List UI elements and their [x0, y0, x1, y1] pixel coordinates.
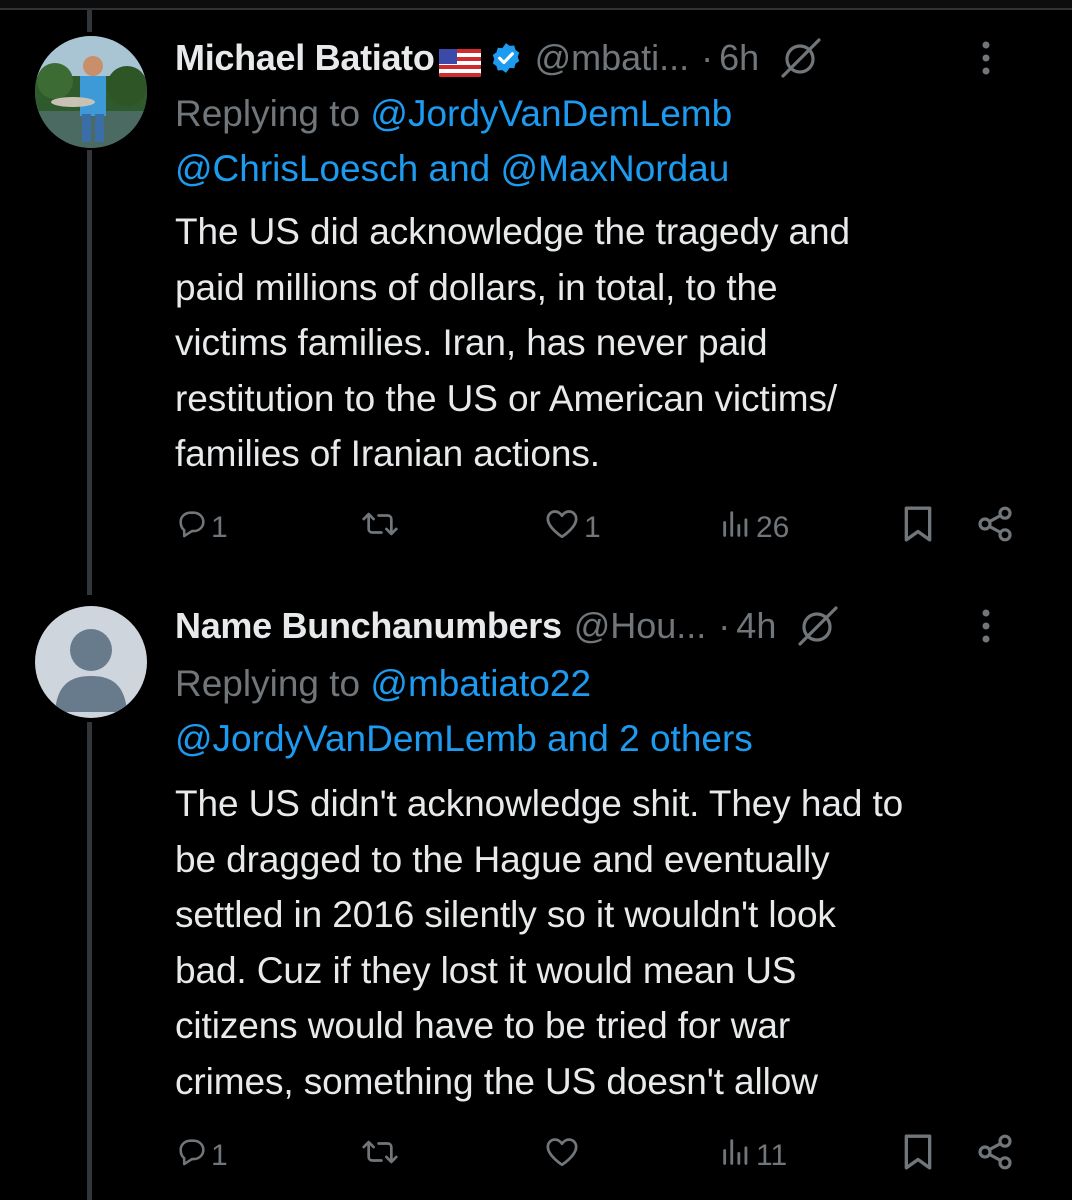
tweet-text-line: bad. Cuz if they lost it would mean US [175, 949, 797, 991]
bookmark-button[interactable] [901, 1128, 935, 1184]
reply-button[interactable]: 1 [175, 1128, 228, 1184]
views-icon [718, 1135, 754, 1177]
replying-to-label: Replying to [175, 663, 361, 704]
action-bar: 1 1 26 [175, 500, 1035, 556]
share-icon [975, 504, 1015, 552]
us-flag-icon [438, 44, 481, 77]
replying-to-line-2: @ChrisLoesch and @MaxNordau [175, 141, 729, 197]
separator-dot: · [701, 37, 714, 78]
mention-link[interactable]: @mbatiato22 [370, 663, 591, 704]
repost-icon [360, 507, 400, 549]
repost-button[interactable] [360, 1128, 402, 1184]
grok-icon[interactable] [779, 36, 823, 80]
tweet-text-line: paid millions of dollars, in total, to t… [175, 266, 778, 308]
tweet-text-line: The US did acknowledge the tragedy and [175, 211, 850, 252]
mention-link[interactable]: @JordyVanDemLemb [175, 718, 537, 759]
share-button[interactable] [975, 1128, 1015, 1184]
reply-icon [175, 1135, 209, 1177]
share-icon [975, 1132, 1015, 1180]
share-button[interactable] [975, 500, 1015, 556]
tweet-text-line: settled in 2016 silently so it wouldn't … [175, 894, 836, 935]
display-name[interactable]: Name Bunchanumbers [175, 605, 562, 647]
tweet-text-line: crimes, something the US doesn't allow [175, 1060, 818, 1102]
tweet-header: Name Bunchanumbers @Hou... · 4h [175, 604, 1042, 648]
like-button[interactable]: 1 [542, 500, 601, 556]
grok-icon[interactable] [796, 604, 840, 648]
reply-icon [175, 507, 209, 549]
bookmark-icon [901, 1132, 935, 1180]
handle[interactable]: @Hou... [574, 605, 707, 647]
like-count: 1 [584, 511, 601, 544]
views-count: 26 [756, 511, 790, 544]
handle[interactable]: @mbati... [535, 37, 690, 79]
verified-badge-icon [489, 41, 523, 75]
tweet-text-line: The US didn't acknowledge shit. They had… [175, 783, 904, 824]
repost-button[interactable] [360, 500, 402, 556]
more-icon[interactable] [980, 608, 992, 644]
tweet-text-line: families of Iranian actions. [175, 433, 600, 474]
views-count: 11 [756, 1139, 788, 1172]
others-link[interactable]: and 2 others [547, 718, 753, 759]
bookmark-button[interactable] [901, 500, 935, 556]
views-icon [718, 507, 754, 549]
replying-to-line: Replying to @mbatiato22 [175, 656, 591, 712]
like-button[interactable] [542, 1128, 584, 1184]
tweet-text-line: victims families. Iran, has never paid [175, 322, 768, 363]
tweet-text-line: restitution to the US or American victim… [175, 377, 838, 419]
tweet-text-line: citizens would have to be tried for war [175, 1005, 791, 1046]
tweet-text: The US did acknowledge the tragedy and p… [175, 204, 1035, 482]
more-icon[interactable] [980, 40, 992, 76]
tweet-header: Michael Batiato @mbati... · 6h [175, 36, 1042, 80]
tweet[interactable]: Name Bunchanumbers @Hou... · 4h Replying… [0, 590, 1072, 1200]
bookmark-icon [901, 504, 935, 552]
replying-to-line: Replying to @JordyVanDemLemb [175, 86, 732, 142]
mention-link[interactable]: @JordyVanDemLemb [370, 93, 732, 134]
repost-icon [360, 1135, 400, 1177]
display-name[interactable]: Michael Batiato [175, 37, 435, 79]
separator-dot: · [718, 605, 731, 646]
tweet-text: The US didn't acknowledge shit. They had… [175, 776, 1035, 1109]
replying-to-line-2: @JordyVanDemLemb and 2 others [175, 711, 753, 767]
mention-link[interactable]: @MaxNordau [501, 148, 730, 189]
mention-link[interactable]: @ChrisLoesch [175, 148, 418, 189]
views-button[interactable]: 26 [718, 500, 789, 556]
avatar[interactable] [35, 36, 147, 148]
timestamp[interactable]: 6h [719, 37, 759, 79]
heart-icon [542, 1135, 582, 1177]
reply-count: 1 [211, 1139, 228, 1172]
views-button[interactable]: 11 [718, 1128, 787, 1184]
tweet-text-line: be dragged to the Hague and eventually [175, 838, 830, 880]
avatar[interactable] [35, 606, 147, 718]
tweet[interactable]: Michael Batiato @mbati... · 6h Replying … [0, 0, 1072, 590]
reply-count: 1 [211, 511, 228, 544]
and-label[interactable]: and [429, 148, 491, 189]
replying-to-label: Replying to [175, 93, 361, 134]
reply-button[interactable]: 1 [175, 500, 228, 556]
action-bar: 1 11 [175, 1128, 1035, 1184]
timestamp[interactable]: 4h [736, 605, 776, 647]
heart-icon [542, 507, 582, 549]
